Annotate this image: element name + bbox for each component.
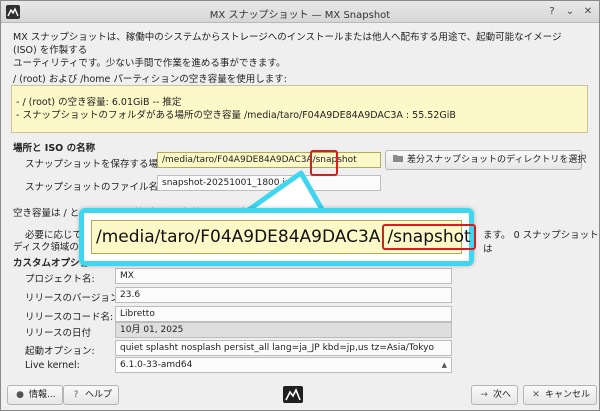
callout-pointer (244, 170, 326, 214)
zoomed-path-highlight: /snapshot (382, 224, 476, 250)
zoom-callout: /media/taro/F04A9DE84A9DAC3A/snapshot (79, 208, 476, 266)
zoomed-path-prefix: /media/taro/F04A9DE84A9DAC3A (96, 227, 381, 247)
zoomed-path-field: /media/taro/F04A9DE84A9DAC3A/snapshot (91, 220, 476, 254)
mx-snapshot-window: MX スナップショット — MX Snapshot ? ⌄ ✕ MX スナップシ… (0, 0, 600, 411)
